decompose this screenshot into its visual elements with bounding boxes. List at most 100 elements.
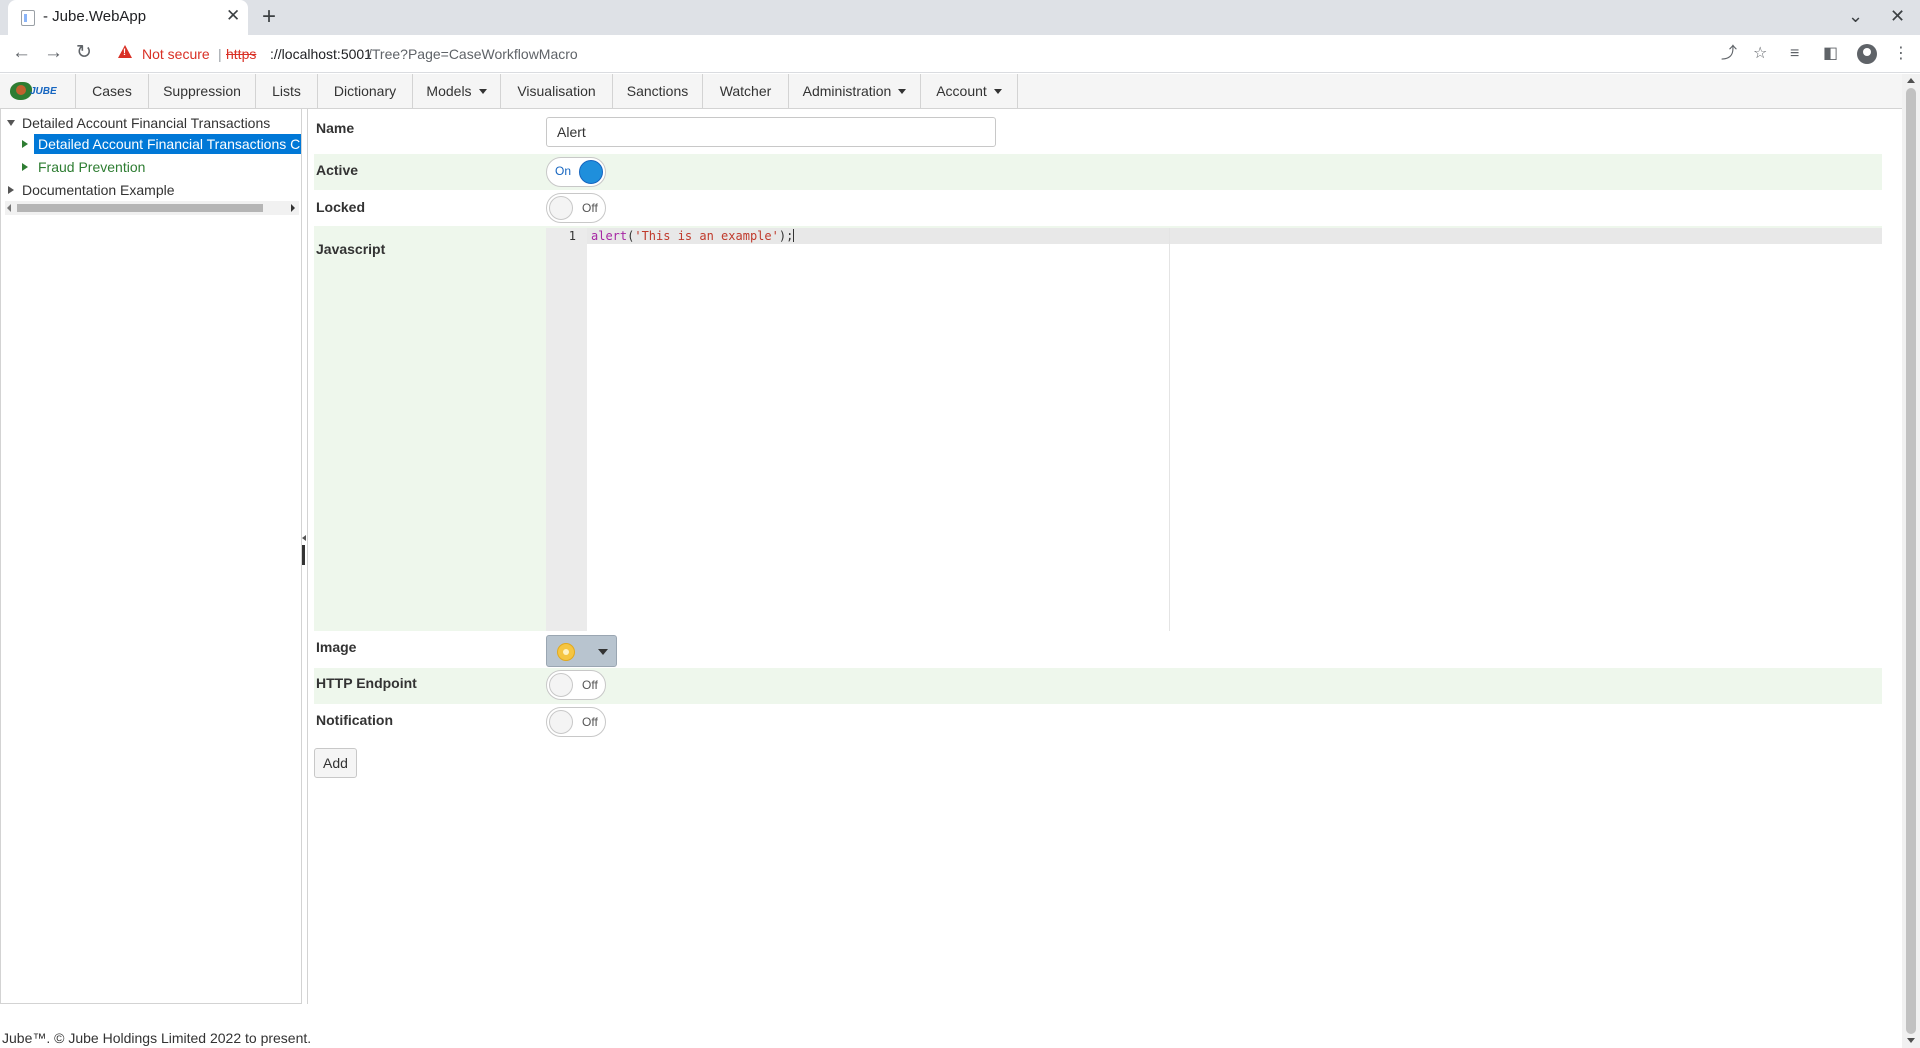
footer-copyright: Jube™. © Jube Holdings Limited 2022 to p… [2, 1030, 312, 1046]
models-dropdown-caret-icon [478, 89, 487, 94]
line-number: 1 [568, 229, 576, 243]
chevron-down-icon [598, 649, 608, 655]
http-endpoint-row: HTTP Endpoint Off [314, 668, 1882, 704]
media-icon[interactable]: ≡ [1790, 45, 1799, 63]
menu-suppression-label: Suppression [163, 83, 241, 99]
code-line[interactable]: alert('This is an example'); [591, 228, 795, 244]
menu-visualisation-label: Visualisation [517, 83, 596, 99]
menu-watcher-label: Watcher [719, 83, 772, 99]
active-toggle-state: On [555, 164, 572, 178]
tree-item-label: Detailed Account Financial Transactions … [38, 136, 301, 152]
security-indicator[interactable]: Not secure [142, 46, 210, 62]
toggle-knob [549, 673, 573, 697]
app-menu-bar: JUBE Cases Suppression Lists Dictionary … [0, 74, 1902, 109]
http-endpoint-label: HTTP Endpoint [316, 675, 417, 691]
menu-visualisation[interactable]: Visualisation [500, 74, 612, 108]
locked-toggle-state: Off [582, 201, 598, 215]
menu-sanctions-label: Sanctions [626, 83, 689, 99]
expanded-triangle-icon[interactable] [7, 120, 15, 126]
menu-cases-label: Cases [92, 83, 132, 99]
code-function-token: alert [591, 229, 628, 243]
close-tab-icon[interactable]: ✕ [226, 7, 240, 25]
http-endpoint-toggle[interactable]: Off [546, 670, 606, 700]
menu-models-label: Models [426, 83, 472, 99]
close-window-icon[interactable]: ✕ [1890, 6, 1905, 26]
locked-row: Locked Off [314, 190, 1882, 226]
page-vertical-scrollbar[interactable] [1902, 74, 1920, 1048]
splitter-grip[interactable] [302, 545, 305, 565]
scroll-left-arrow-icon[interactable] [7, 204, 11, 212]
javascript-row: Javascript 1 alert('This is an example')… [314, 226, 1882, 631]
menu-watcher[interactable]: Watcher [702, 74, 788, 108]
profile-avatar-icon[interactable] [1857, 44, 1877, 64]
name-label: Name [316, 120, 355, 136]
menu-suppression[interactable]: Suppression [148, 74, 255, 108]
image-label: Image [316, 639, 357, 655]
collapsed-triangle-icon[interactable] [22, 140, 28, 148]
collapsed-triangle-icon[interactable] [22, 163, 28, 171]
tab-title: - Jube.WebApp [43, 8, 147, 25]
image-select[interactable] [546, 635, 617, 667]
collapsed-triangle-icon[interactable] [8, 186, 14, 194]
scroll-right-arrow-icon[interactable] [291, 204, 295, 212]
code-close-token: ); [778, 229, 794, 243]
side-panel-icon[interactable]: ◧ [1823, 45, 1838, 63]
locked-toggle[interactable]: Off [546, 193, 606, 223]
scroll-down-arrow-icon[interactable] [1907, 1038, 1915, 1043]
sun-icon [557, 643, 575, 661]
name-input[interactable] [546, 117, 996, 147]
javascript-code-editor[interactable]: 1 alert('This is an example'); [546, 228, 1882, 631]
address-bar[interactable]: Not secure | https ://localhost:5001 /Tr… [108, 39, 1778, 69]
page-favicon-icon [21, 10, 35, 26]
menu-models[interactable]: Models [412, 74, 500, 108]
back-arrow-icon[interactable]: ← [12, 43, 31, 63]
tree-horizontal-scrollbar[interactable] [5, 201, 299, 215]
menu-sanctions[interactable]: Sanctions [612, 74, 702, 108]
new-tab-icon[interactable]: + [262, 4, 276, 30]
browser-tab-strip: - Jube.WebApp ✕ + ⌄ ✕ [0, 0, 1920, 35]
logo-mark-icon [10, 82, 32, 100]
menu-account-label: Account [936, 83, 987, 99]
warning-icon [118, 45, 132, 58]
browser-toolbar: ← → ↻ Not secure | https ://localhost:50… [0, 35, 1920, 73]
active-toggle[interactable]: On [546, 157, 606, 187]
more-menu-icon[interactable]: ⋮ [1893, 45, 1909, 63]
reload-icon[interactable]: ↻ [76, 43, 92, 63]
locked-label: Locked [316, 199, 366, 215]
menu-administration[interactable]: Administration [788, 74, 920, 108]
panel-splitter[interactable] [302, 109, 308, 1004]
url-path: /Tree?Page=CaseWorkflowMacro [368, 46, 578, 62]
collapse-panel-icon[interactable] [302, 535, 306, 541]
text-cursor [793, 229, 795, 242]
add-button[interactable]: Add [314, 748, 357, 778]
menu-cases[interactable]: Cases [75, 74, 148, 108]
administration-dropdown-caret-icon [898, 89, 907, 94]
notification-toggle-state: Off [582, 715, 598, 729]
code-string-token: 'This is an example' [634, 229, 779, 243]
menu-dictionary[interactable]: Dictionary [317, 74, 412, 108]
notification-row: Notification Off [314, 704, 1882, 740]
address-separator: | [218, 46, 222, 62]
account-dropdown-caret-icon [993, 89, 1002, 94]
share-icon[interactable]: ⤴ [1721, 45, 1737, 63]
tab-search-chevron-down-icon[interactable]: ⌄ [1848, 6, 1863, 26]
url-scheme: https [226, 46, 257, 62]
notification-toggle[interactable]: Off [546, 707, 606, 737]
scroll-thumb[interactable] [1906, 88, 1916, 1034]
bookmark-star-icon[interactable]: ☆ [1753, 45, 1767, 63]
menu-lists[interactable]: Lists [255, 74, 317, 108]
name-row: Name [314, 109, 1882, 154]
browser-tab[interactable]: - Jube.WebApp ✕ [8, 0, 248, 35]
jube-logo[interactable]: JUBE [10, 80, 58, 102]
image-row: Image [314, 631, 1882, 672]
menu-lists-label: Lists [272, 83, 301, 99]
forward-arrow-icon[interactable]: → [44, 43, 63, 63]
logo-text: JUBE [30, 86, 57, 97]
menu-account[interactable]: Account [920, 74, 1018, 108]
active-label: Active [316, 162, 359, 178]
toggle-knob [549, 710, 573, 734]
editor-gutter: 1 [546, 228, 587, 631]
menu-administration-label: Administration [802, 83, 892, 99]
scroll-thumb[interactable] [17, 204, 263, 212]
scroll-up-arrow-icon[interactable] [1907, 78, 1915, 83]
